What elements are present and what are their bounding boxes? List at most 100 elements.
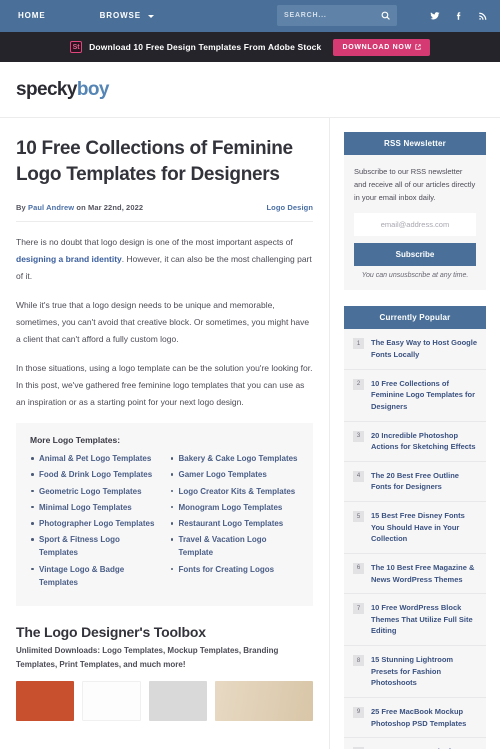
popular-post-link[interactable]: The 10 Best Free Magazine & News WordPre… — [371, 562, 477, 585]
list-item[interactable]: 10 25 Free Vector Packs for Your Spring D… — [344, 738, 486, 749]
rank-badge: 4 — [353, 470, 364, 482]
currently-popular-list: 1 The Easy Way to Host Google Fonts Local… — [344, 329, 486, 749]
rank-badge: 9 — [353, 706, 364, 718]
nav-item-browse[interactable]: BROWSE — [76, 0, 170, 32]
more-templates-column-left: Animal & Pet Logo Templates Food & Drink… — [30, 452, 160, 592]
list-item[interactable]: 7 10 Free WordPress Block Themes That Uti… — [344, 594, 486, 646]
template-link[interactable]: Geometric Logo Templates — [39, 487, 142, 496]
page-title: 10 Free Collections of Feminine Logo Tem… — [16, 138, 293, 185]
template-link[interactable]: Bakery & Cake Logo Templates — [179, 454, 298, 463]
sidebar: RSS Newsletter Subscribe to our RSS news… — [330, 118, 500, 749]
chevron-down-icon — [148, 15, 155, 18]
more-templates-list-right: Bakery & Cake Logo Templates Gamer Logo … — [170, 452, 300, 576]
template-link[interactable]: Restaurant Logo Templates — [179, 519, 284, 528]
main-content: 10 Free Collections of Feminine Logo Tem… — [0, 118, 330, 749]
more-templates-list-left: Animal & Pet Logo Templates Food & Drink… — [30, 452, 160, 589]
list-item: Logo Creator Kits & Templates — [170, 485, 300, 498]
list-item[interactable]: 3 20 Incredible Photoshop Actions for Ske… — [344, 422, 486, 462]
template-link[interactable]: Travel & Vacation Logo Template — [179, 535, 267, 557]
byline-middle: on — [74, 203, 88, 213]
external-link-icon — [415, 44, 421, 50]
popular-post-link[interactable]: 15 Stunning Lightroom Presets for Fashio… — [371, 654, 477, 689]
article-paragraph: While it's true that a logo design needs… — [16, 300, 310, 345]
article-meta: By Paul Andrew on Mar 22nd, 2022 Logo De… — [16, 203, 313, 223]
page-body: 10 Free Collections of Feminine Logo Tem… — [0, 118, 500, 749]
newsletter-widget: RSS Newsletter Subscribe to our RSS news… — [344, 132, 486, 291]
author-link[interactable]: Paul Andrew — [28, 203, 74, 212]
popular-post-link[interactable]: 25 Free Vector Packs for Your Spring Des… — [371, 746, 477, 749]
rank-badge: 10 — [353, 747, 364, 749]
thumbnail-image[interactable] — [16, 680, 75, 721]
paragraph-text: There is no doubt that logo design is on… — [16, 237, 293, 248]
template-link[interactable]: Gamer Logo Templates — [179, 470, 267, 479]
toolbox-subtitle: Unlimited Downloads: Logo Templates, Moc… — [16, 645, 279, 669]
list-item: Geometric Logo Templates — [30, 485, 160, 498]
newsletter-email-input[interactable] — [354, 213, 476, 237]
popular-post-link[interactable]: 20 Incredible Photoshop Actions for Sket… — [371, 430, 477, 453]
search-input[interactable] — [284, 12, 381, 19]
popular-post-link[interactable]: 15 Best Free Disney Fonts You Should Hav… — [371, 510, 477, 545]
logo-text-primary: specky — [16, 78, 77, 100]
category-link[interactable]: Logo Design — [266, 203, 313, 212]
template-link[interactable]: Logo Creator Kits & Templates — [179, 487, 296, 496]
thumbnail-image[interactable] — [215, 680, 313, 721]
list-item: Bakery & Cake Logo Templates — [170, 452, 300, 465]
site-header: specky boy — [0, 62, 500, 118]
template-link[interactable]: Photographer Logo Templates — [39, 519, 154, 528]
list-item[interactable]: 8 15 Stunning Lightroom Presets for Fashi… — [344, 646, 486, 698]
nav-item-home[interactable]: HOME — [0, 0, 76, 32]
rank-badge: 8 — [353, 655, 364, 666]
template-link[interactable]: Food & Drink Logo Templates — [39, 470, 152, 479]
popular-post-link[interactable]: The Easy Way to Host Google Fonts Locall… — [371, 337, 477, 360]
article-date: Mar 22nd, 2022 — [87, 203, 144, 213]
list-item: Gamer Logo Templates — [170, 468, 300, 481]
newsletter-note: You can unsusbscribe at any time. — [361, 272, 469, 280]
thumbnail-image[interactable] — [148, 680, 208, 721]
subscribe-button[interactable]: Subscribe — [354, 243, 476, 267]
download-now-button[interactable]: DOWNLOAD NOW — [333, 38, 430, 56]
thumbnail-image[interactable] — [82, 680, 141, 721]
template-link[interactable]: Monogram Logo Templates — [179, 503, 283, 512]
list-item: Fonts for Creating Logos — [170, 563, 300, 576]
popular-post-link[interactable]: 25 Free MacBook Mockup Photoshop PSD Tem… — [371, 706, 477, 729]
list-item[interactable]: 4 The 20 Best Free Outline Fonts for Desi… — [344, 462, 486, 502]
template-link[interactable]: Animal & Pet Logo Templates — [39, 454, 151, 463]
article-paragraph: There is no doubt that logo design is on… — [16, 234, 313, 285]
template-link[interactable]: Minimal Logo Templates — [39, 503, 132, 512]
primary-nav: HOME BROWSE — [0, 0, 170, 32]
rank-badge: 3 — [353, 430, 364, 442]
template-link[interactable]: Sport & Fitness Logo Templates — [39, 535, 120, 557]
twitter-icon[interactable] — [430, 11, 440, 21]
list-item[interactable]: 9 25 Free MacBook Mockup Photoshop PSD Te… — [344, 698, 486, 739]
rank-badge: 1 — [353, 338, 364, 350]
list-item[interactable]: 2 10 Free Collections of Feminine Logo Te… — [344, 370, 486, 422]
list-item: Minimal Logo Templates — [30, 501, 160, 514]
popular-post-link[interactable]: 10 Free WordPress Block Themes That Util… — [371, 602, 477, 637]
list-item: Restaurant Logo Templates — [170, 517, 300, 530]
currently-popular-widget: Currently Popular 1 The Easy Way to Host … — [344, 306, 486, 749]
list-item: Animal & Pet Logo Templates — [30, 452, 160, 465]
facebook-icon[interactable] — [454, 11, 464, 21]
promo-banner: St Download 10 Free Design Templates Fro… — [0, 32, 500, 62]
more-templates-column-right: Bakery & Cake Logo Templates Gamer Logo … — [170, 452, 300, 592]
more-templates-box: More Logo Templates: Animal & Pet Logo T… — [16, 423, 313, 606]
list-item[interactable]: 5 15 Best Free Disney Fonts You Should Ha… — [344, 502, 486, 554]
rank-badge: 7 — [353, 603, 364, 615]
rank-badge: 6 — [353, 562, 364, 574]
popular-post-link[interactable]: 10 Free Collections of Feminine Logo Tem… — [371, 378, 477, 413]
template-link[interactable]: Fonts for Creating Logos — [179, 565, 275, 574]
search-box[interactable] — [277, 5, 397, 26]
search-submit-button[interactable] — [381, 11, 390, 20]
list-item[interactable]: 1 The Easy Way to Host Google Fonts Local… — [344, 329, 486, 370]
brand-identity-link[interactable]: designing a brand identity — [16, 254, 122, 264]
download-now-label: DOWNLOAD NOW — [342, 43, 412, 51]
newsletter-heading: RSS Newsletter — [344, 132, 486, 155]
promo-banner-text: Download 10 Free Design Templates From A… — [89, 42, 322, 52]
template-link[interactable]: Vintage Logo & Badge Templates — [39, 565, 124, 587]
site-logo[interactable]: specky boy — [16, 79, 109, 101]
rss-icon[interactable] — [478, 11, 488, 21]
logo-text-accent: boy — [76, 78, 110, 100]
list-item: Food & Drink Logo Templates — [30, 468, 160, 481]
popular-post-link[interactable]: The 20 Best Free Outline Fonts for Desig… — [371, 470, 477, 493]
list-item[interactable]: 6 The 10 Best Free Magazine & News WordPr… — [344, 554, 486, 595]
